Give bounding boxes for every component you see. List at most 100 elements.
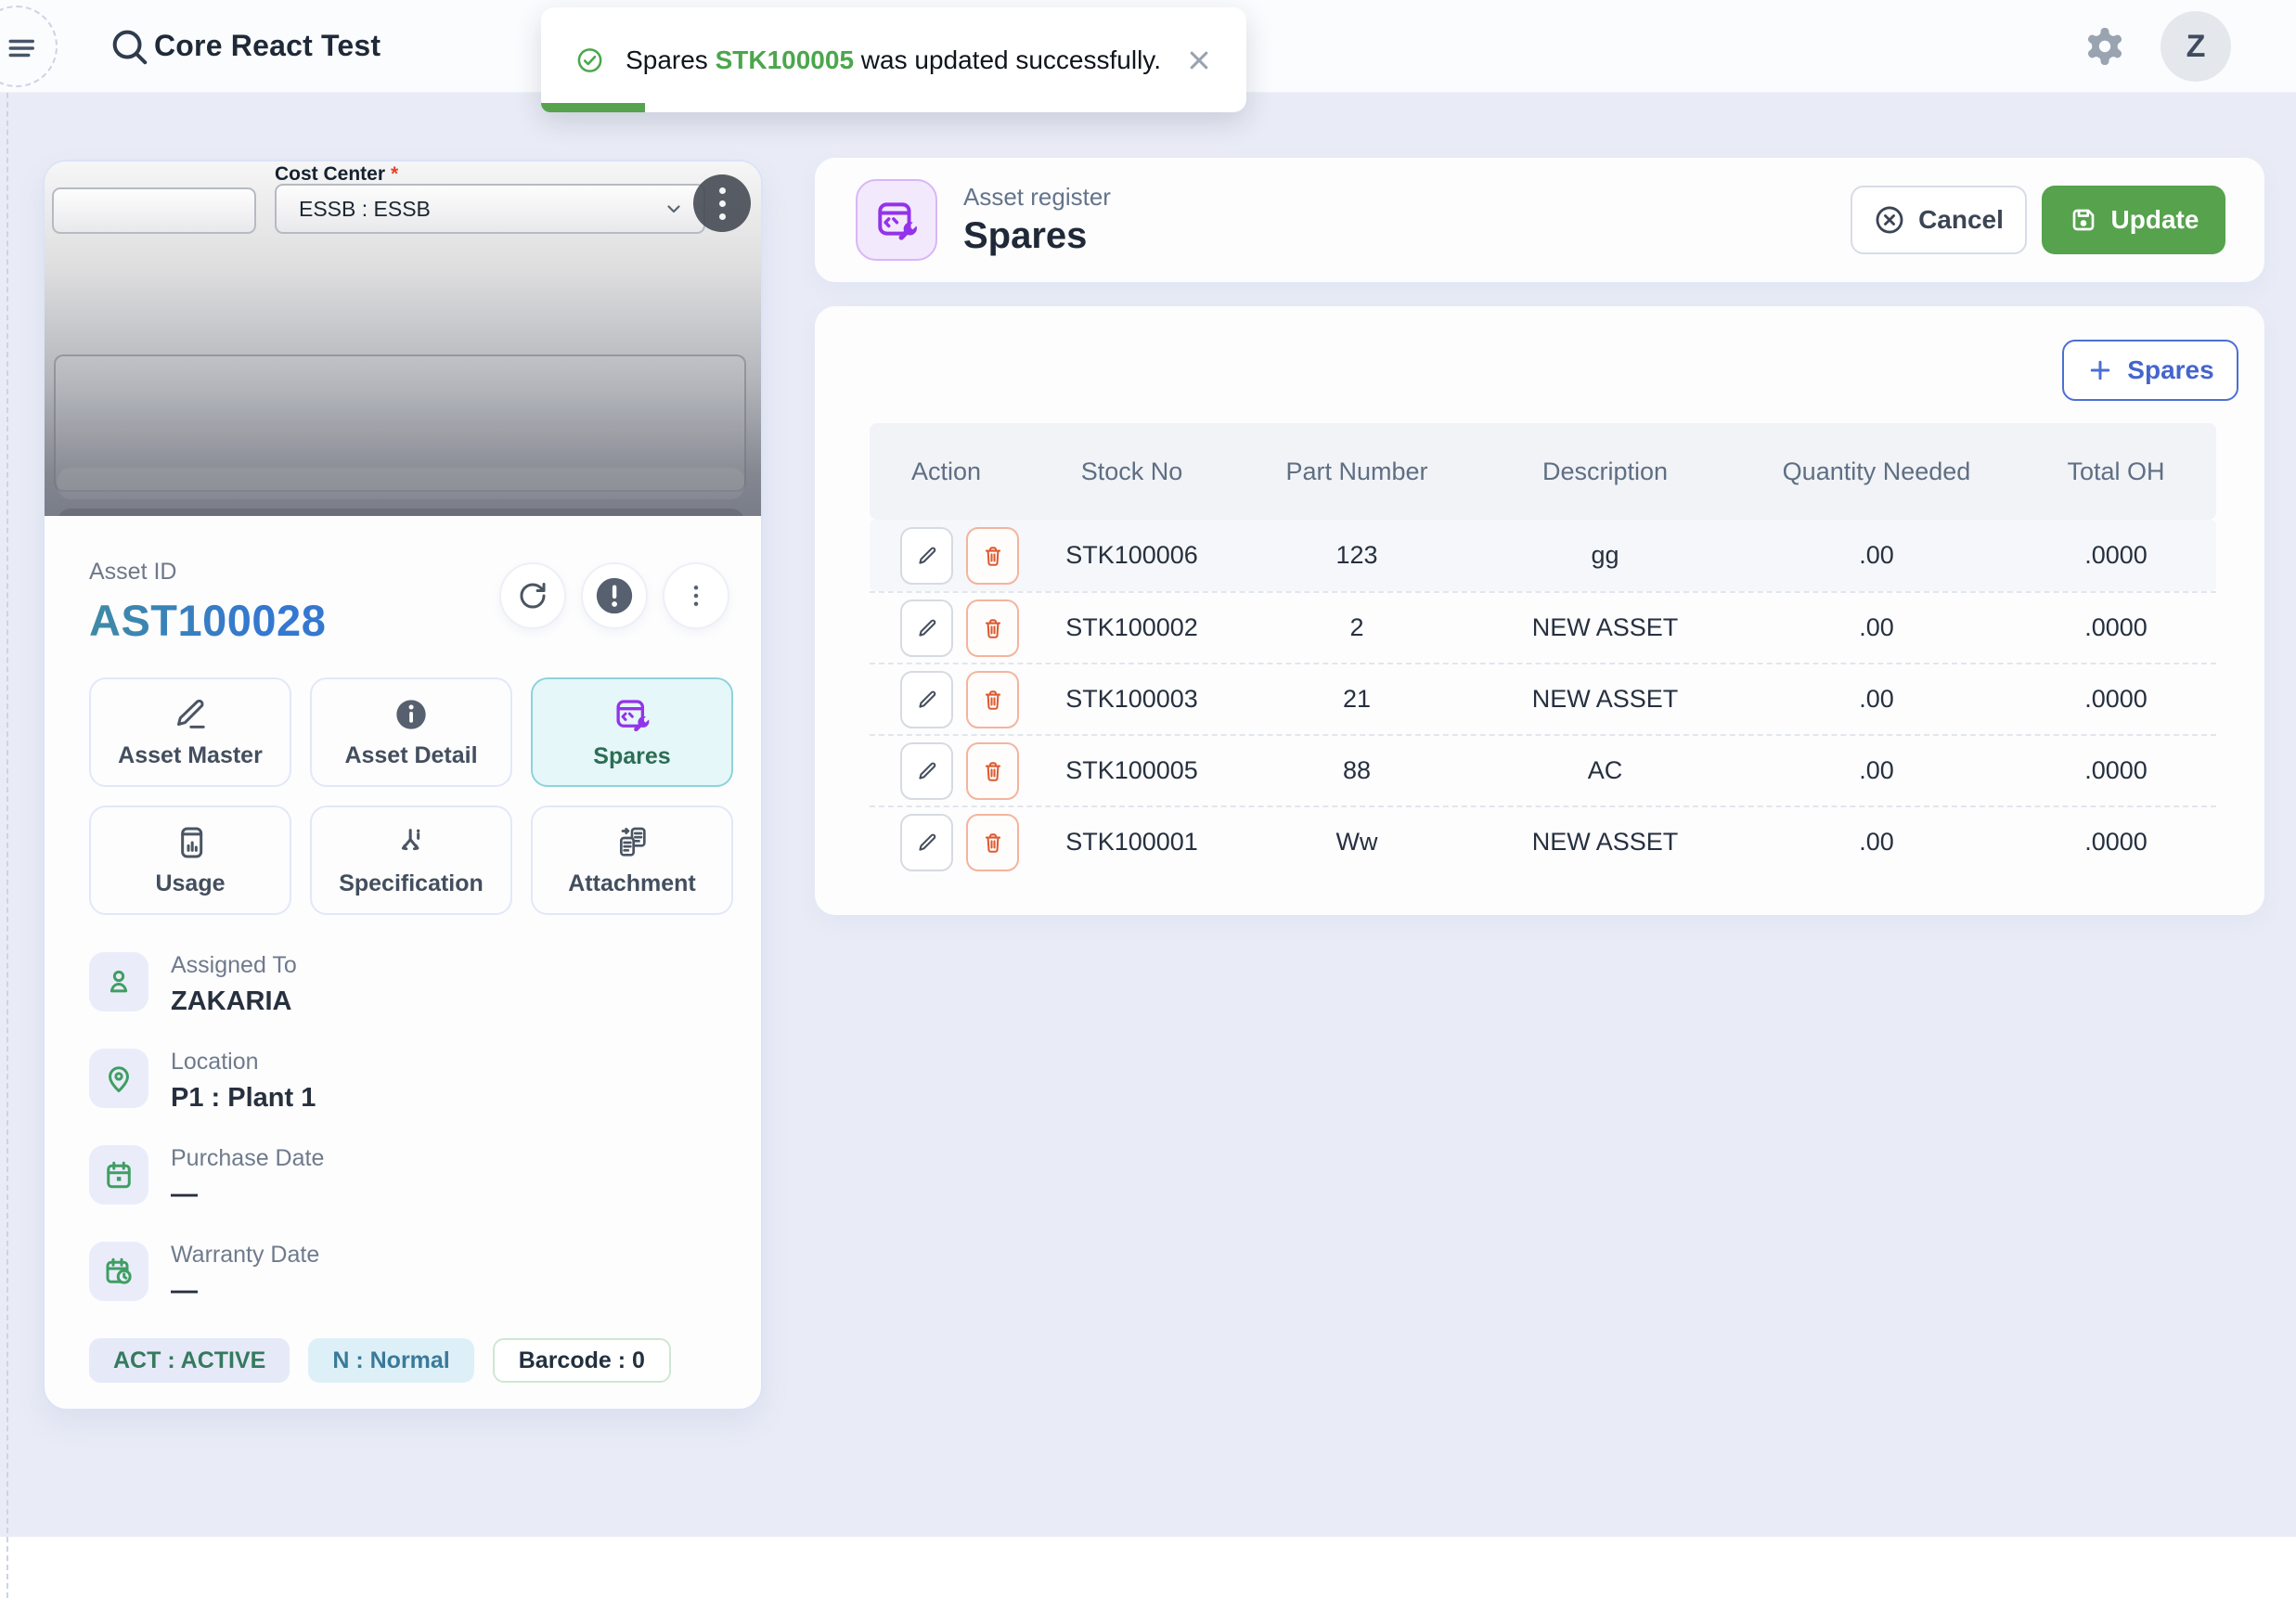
tab-attachment[interactable]: Attachment <box>531 805 733 915</box>
delete-row-button[interactable] <box>966 814 1019 871</box>
tab-spares[interactable]: Spares <box>531 677 733 787</box>
search-icon <box>108 25 150 68</box>
close-icon <box>1183 45 1215 76</box>
collapsed-sidebar-divider <box>6 0 8 1598</box>
tab-asset-detail[interactable]: Asset Detail <box>310 677 512 787</box>
toast-suffix: was updated successfully. <box>861 45 1161 74</box>
status-badge-condition: N : Normal <box>308 1338 473 1383</box>
usage-icon <box>172 824 209 861</box>
toast-message: Spares STK100005 was updated successfull… <box>626 45 1161 75</box>
table-row: STK100003 21 NEW ASSET .00 .0000 <box>870 663 2216 734</box>
asset-quick-actions <box>499 562 729 629</box>
update-button[interactable]: Update <box>2042 186 2225 254</box>
trash-icon <box>981 688 1005 712</box>
pencil-icon <box>915 831 939 855</box>
info-row-warranty-date: Warranty Date— <box>89 1242 729 1307</box>
asset-card-body: Asset ID AST100028 <box>45 516 761 1383</box>
edit-row-button[interactable] <box>900 742 953 800</box>
pen-icon <box>172 696 209 733</box>
alert-icon <box>593 574 636 617</box>
toast-notification: Spares STK100005 was updated successfull… <box>541 7 1246 112</box>
panel-title: Spares <box>963 215 1111 257</box>
delete-row-button[interactable] <box>966 527 1019 585</box>
status-badge-active: ACT : ACTIVE <box>89 1338 290 1383</box>
alert-button[interactable] <box>581 562 648 629</box>
asset-image-preview: Cost Center* ESSB : ESSB <box>45 161 761 516</box>
person-icon <box>89 952 148 1012</box>
circle-x-icon <box>1874 204 1905 236</box>
page-title: Core React Test <box>154 29 381 63</box>
cancel-button[interactable]: Cancel <box>1851 186 2027 254</box>
pencil-icon <box>915 616 939 640</box>
tab-asset-master[interactable]: Asset Master <box>89 677 291 787</box>
table-row: STK100001 Ww NEW ASSET .00 .0000 <box>870 805 2216 877</box>
trash-icon <box>981 831 1005 855</box>
media-band <box>58 468 744 499</box>
cost-center-value: ESSB : ESSB <box>299 197 431 222</box>
info-icon <box>393 696 430 733</box>
edit-row-button[interactable] <box>900 527 953 585</box>
panel-eyebrow: Asset register <box>963 183 1111 212</box>
table-row: STK100002 2 NEW ASSET .00 .0000 <box>870 591 2216 663</box>
save-icon <box>2069 205 2098 235</box>
table-row: STK100005 88 AC .00 .0000 <box>870 734 2216 805</box>
header-total-oh: Total OH <box>2016 457 2216 486</box>
refresh-icon <box>517 580 548 612</box>
header-quantity-needed: Quantity Needed <box>1737 457 2016 486</box>
add-spares-button[interactable]: Spares <box>2062 340 2238 401</box>
kebab-icon <box>682 582 710 610</box>
status-badge-barcode: Barcode : 0 <box>493 1338 671 1383</box>
spares-table-card: Spares Action Stock No Part Number Descr… <box>815 306 2264 915</box>
spares-table: Action Stock No Part Number Description … <box>870 423 2216 877</box>
status-badges: ACT : ACTIVE N : Normal Barcode : 0 <box>89 1338 729 1383</box>
asset-tabs: Asset Master Asset Detail Spares Usage S… <box>89 677 729 915</box>
delete-row-button[interactable] <box>966 599 1019 657</box>
settings-gear-button[interactable] <box>2083 24 2127 69</box>
spares-icon <box>613 695 651 734</box>
pencil-icon <box>915 544 939 568</box>
trash-icon <box>981 544 1005 568</box>
tab-usage[interactable]: Usage <box>89 805 291 915</box>
specification-icon <box>393 824 430 861</box>
toast-highlight: STK100005 <box>716 45 854 74</box>
spares-module-icon <box>856 179 937 261</box>
header-part-number: Part Number <box>1241 457 1473 486</box>
plus-icon <box>2086 356 2114 384</box>
trash-icon <box>981 616 1005 640</box>
trash-icon <box>981 759 1005 783</box>
info-row-purchase-date: Purchase Date— <box>89 1145 729 1210</box>
info-row-assigned-to: Assigned ToZAKARIA <box>89 952 729 1017</box>
refresh-button[interactable] <box>499 562 566 629</box>
edit-row-button[interactable] <box>900 671 953 728</box>
calendar-icon <box>89 1145 148 1205</box>
attachment-icon <box>613 824 651 861</box>
cost-center-label: Cost Center* <box>275 163 398 186</box>
toast-progress-bar <box>541 103 645 112</box>
delete-row-button[interactable] <box>966 742 1019 800</box>
header-action: Action <box>870 457 1023 486</box>
calendar-clock-icon <box>89 1242 148 1301</box>
asset-id-value: AST100028 <box>89 595 326 646</box>
panel-header-card: Asset register Spares Cancel Update <box>815 158 2264 282</box>
toast-close-button[interactable] <box>1183 45 1215 76</box>
edit-row-button[interactable] <box>900 814 953 871</box>
success-check-icon <box>576 39 603 82</box>
hamburger-icon <box>6 32 39 65</box>
tab-specification[interactable]: Specification <box>310 805 512 915</box>
media-band <box>58 509 744 516</box>
user-avatar[interactable]: Z <box>2161 11 2231 82</box>
delete-row-button[interactable] <box>966 671 1019 728</box>
gear-icon <box>2083 24 2127 69</box>
cost-center-select[interactable]: ESSB : ESSB <box>275 184 705 234</box>
asset-summary-card: Cost Center* ESSB : ESSB Asset ID AST100… <box>43 160 763 1411</box>
edit-row-button[interactable] <box>900 599 953 657</box>
search-button[interactable] <box>108 25 150 68</box>
sidebar-toggle-button[interactable] <box>0 6 58 87</box>
location-pin-icon <box>89 1049 148 1108</box>
info-row-location: LocationP1 : Plant 1 <box>89 1049 729 1114</box>
media-text-input <box>52 187 256 234</box>
chevron-down-icon <box>663 198 685 220</box>
more-options-button[interactable] <box>663 562 729 629</box>
topbar-actions: Z <box>2083 0 2231 93</box>
media-kebab-button[interactable] <box>693 174 751 232</box>
